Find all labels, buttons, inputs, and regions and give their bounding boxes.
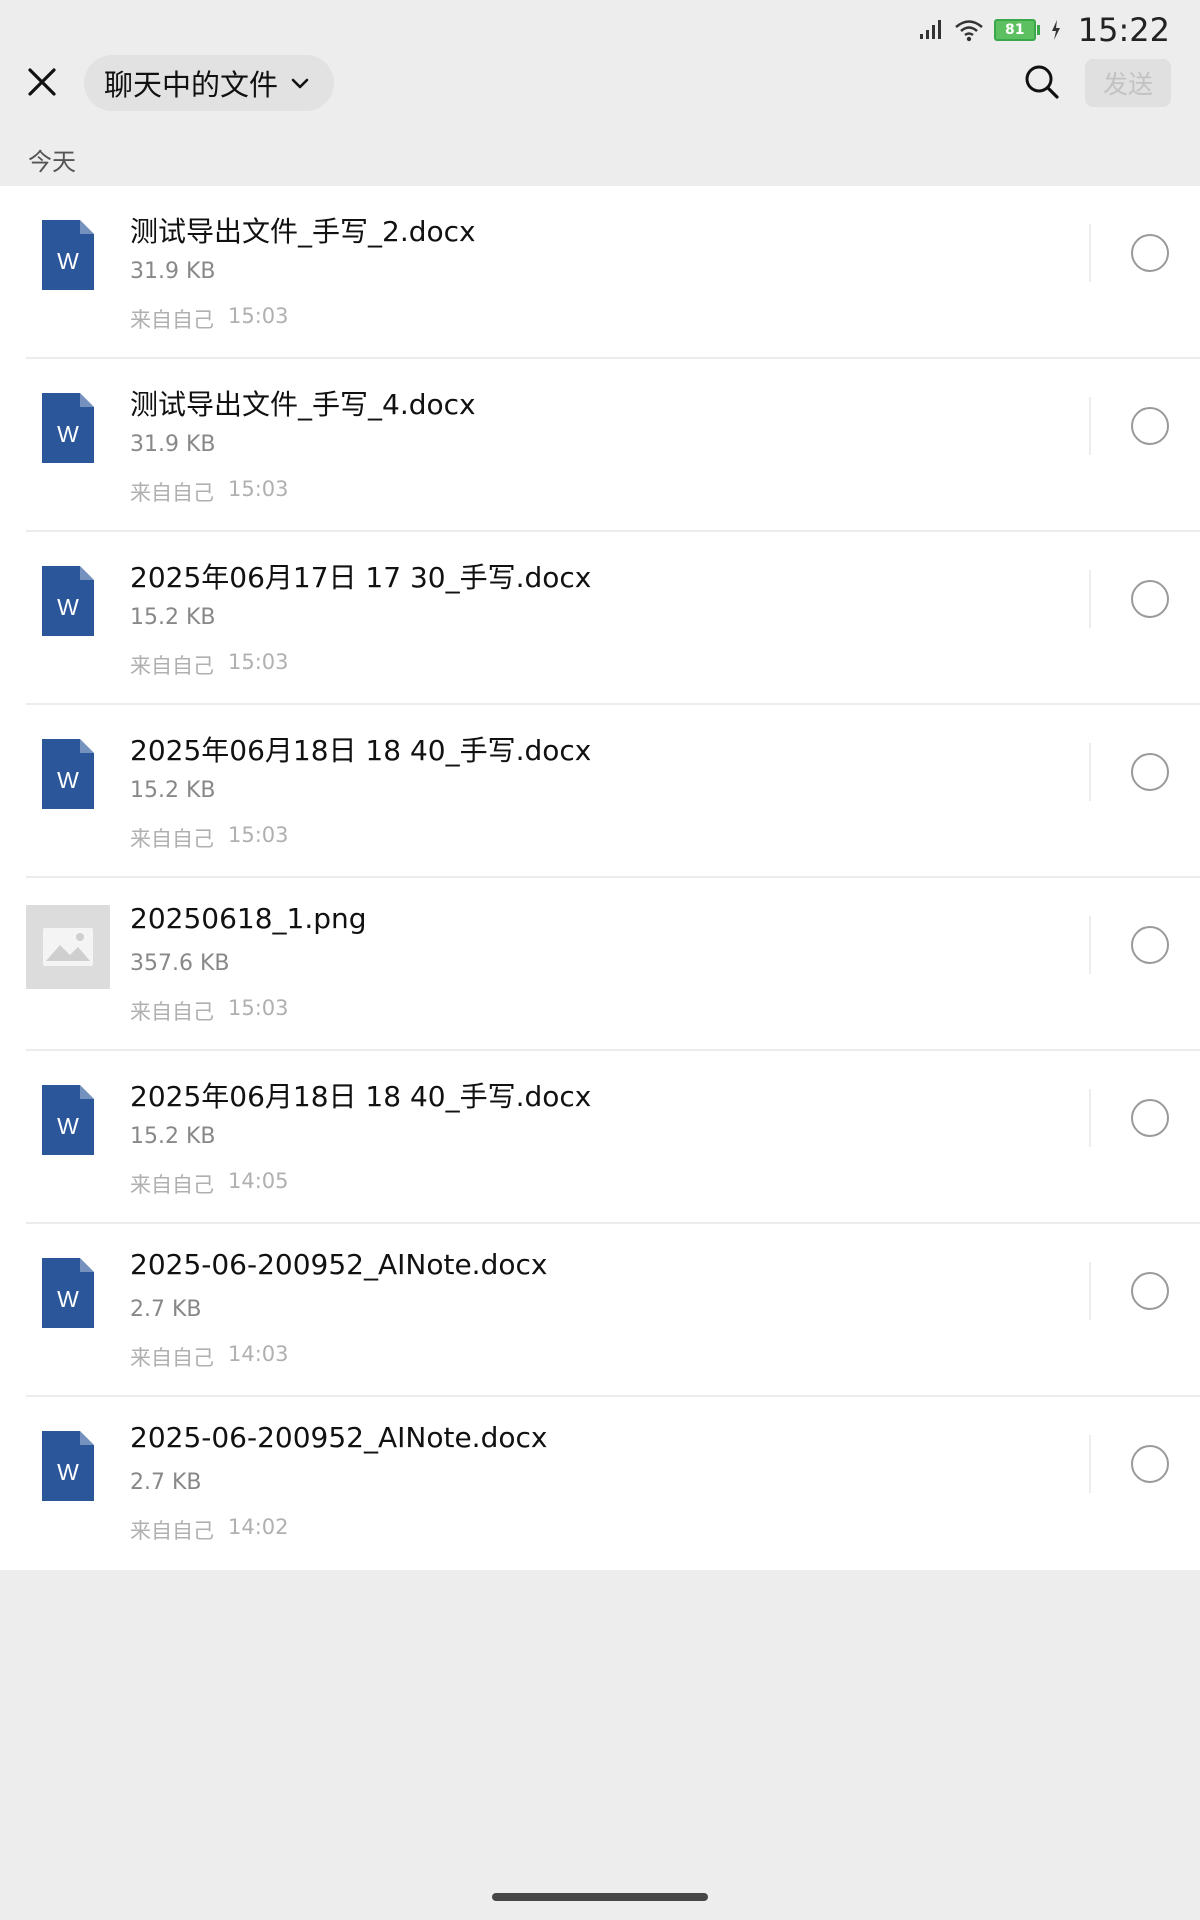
file-source: 来自自己 <box>130 1519 214 1543</box>
file-source: 来自自己 <box>130 481 214 505</box>
file-source: 来自自己 <box>130 827 214 851</box>
select-radio[interactable] <box>1131 1272 1169 1310</box>
divider-vertical <box>1089 1089 1091 1147</box>
file-size: 2.7 KB <box>130 1297 202 1322</box>
word-icon-letter: W <box>57 1286 79 1312</box>
file-time: 15:03 <box>228 823 289 847</box>
word-file-icon: W <box>42 1431 94 1501</box>
file-name: 2025年06月18日 18 40_手写.docx <box>130 734 592 767</box>
divider-vertical <box>1089 1435 1091 1493</box>
file-meta: 来自自己 15:03 <box>130 823 289 853</box>
file-meta: 来自自己 15:03 <box>130 477 289 507</box>
file-source-dropdown[interactable]: 聊天中的文件 <box>84 55 335 111</box>
divider-vertical <box>1089 570 1091 628</box>
section-label-today: 今天 <box>28 148 76 176</box>
word-file-icon: W <box>42 566 94 636</box>
select-radio[interactable] <box>1131 580 1169 618</box>
word-file-icon: W <box>42 393 94 463</box>
file-size: 15.2 KB <box>130 605 216 630</box>
file-row[interactable]: W 测试导出文件_手写_2.docx 31.9 KB 来自自己 15:03 <box>0 186 1200 359</box>
charging-icon <box>1051 20 1060 40</box>
file-row[interactable]: W 2025-06-200952_AINote.docx 2.7 KB 来自自己… <box>0 1397 1200 1570</box>
file-meta: 来自自己 15:03 <box>130 650 289 680</box>
word-file-icon: W <box>42 220 94 290</box>
select-radio[interactable] <box>1131 753 1169 791</box>
divider-vertical <box>1089 397 1091 455</box>
select-radio[interactable] <box>1131 926 1169 964</box>
word-file-icon: W <box>42 739 94 809</box>
file-row[interactable]: W 2025-06-200952_AINote.docx 2.7 KB 来自自己… <box>0 1224 1200 1397</box>
close-icon <box>28 68 56 96</box>
file-name: 2025-06-200952_AINote.docx <box>130 1421 548 1454</box>
file-row[interactable]: W 2025年06月18日 18 40_手写.docx 15.2 KB 来自自己… <box>0 705 1200 878</box>
file-source: 来自自己 <box>130 1000 214 1024</box>
file-list: W 测试导出文件_手写_2.docx 31.9 KB 来自自己 15:03 W … <box>0 186 1200 1570</box>
word-icon-letter: W <box>57 248 79 274</box>
file-size: 2.7 KB <box>130 1470 202 1495</box>
word-icon-letter: W <box>57 1459 79 1485</box>
word-file-icon: W <box>42 1258 94 1328</box>
file-time: 15:03 <box>228 304 289 328</box>
signal-icon <box>919 20 941 39</box>
search-button[interactable] <box>1022 62 1062 102</box>
file-row[interactable]: W 2025年06月18日 18 40_手写.docx 15.2 KB 来自自己… <box>0 1051 1200 1224</box>
file-name: 2025-06-200952_AINote.docx <box>130 1248 548 1281</box>
file-meta: 来自自己 14:05 <box>130 1169 289 1199</box>
home-indicator[interactable] <box>492 1893 708 1901</box>
word-icon-letter: W <box>57 594 79 620</box>
battery-level: 81 <box>993 19 1036 41</box>
file-source: 来自自己 <box>130 1346 214 1370</box>
file-name: 2025年06月18日 18 40_手写.docx <box>130 1080 592 1113</box>
file-source: 来自自己 <box>130 1173 214 1197</box>
file-time: 15:03 <box>228 477 289 501</box>
file-size: 357.6 KB <box>130 951 230 976</box>
file-time: 14:05 <box>228 1169 289 1193</box>
file-row[interactable]: W 测试导出文件_手写_4.docx 31.9 KB 来自自己 15:03 <box>0 359 1200 532</box>
word-icon-letter: W <box>57 1113 79 1139</box>
divider-vertical <box>1089 224 1091 282</box>
divider-vertical <box>1089 916 1091 974</box>
file-name: 测试导出文件_手写_4.docx <box>130 388 476 421</box>
file-source: 来自自己 <box>130 308 214 332</box>
wifi-icon <box>954 20 983 42</box>
status-icons: 81 15:22 <box>918 8 1170 52</box>
divider-vertical <box>1089 1262 1091 1320</box>
file-time: 14:03 <box>228 1342 289 1366</box>
header: 聊天中的文件 发送 <box>0 52 1200 112</box>
file-time: 15:03 <box>228 650 289 674</box>
word-file-icon: W <box>42 1085 94 1155</box>
page-title: 聊天中的文件 <box>104 68 279 102</box>
chevron-down-icon <box>291 78 309 89</box>
close-button[interactable] <box>22 62 62 102</box>
search-icon <box>1025 65 1059 99</box>
file-meta: 来自自己 14:03 <box>130 1342 289 1372</box>
word-icon-letter: W <box>57 421 79 447</box>
select-radio[interactable] <box>1131 1099 1169 1137</box>
file-source: 来自自己 <box>130 654 214 678</box>
file-row[interactable]: W 2025年06月17日 17 30_手写.docx 15.2 KB 来自自己… <box>0 532 1200 705</box>
file-meta: 来自自己 15:03 <box>130 304 289 334</box>
battery-icon: 81 <box>993 19 1040 41</box>
status-time: 15:22 <box>1077 11 1170 49</box>
select-radio[interactable] <box>1131 407 1169 445</box>
file-row[interactable]: 20250618_1.png 357.6 KB 来自自己 15:03 <box>0 878 1200 1051</box>
file-time: 14:02 <box>228 1515 289 1539</box>
file-meta: 来自自己 15:03 <box>130 996 289 1026</box>
file-name: 2025年06月17日 17 30_手写.docx <box>130 561 592 594</box>
select-radio[interactable] <box>1131 1445 1169 1483</box>
file-size: 31.9 KB <box>130 432 216 457</box>
file-name: 测试导出文件_手写_2.docx <box>130 215 476 248</box>
file-size: 31.9 KB <box>130 259 216 284</box>
divider-vertical <box>1089 743 1091 801</box>
file-size: 15.2 KB <box>130 1124 216 1149</box>
select-radio[interactable] <box>1131 234 1169 272</box>
file-name: 20250618_1.png <box>130 902 367 935</box>
word-icon-letter: W <box>57 767 79 793</box>
file-size: 15.2 KB <box>130 778 216 803</box>
image-file-icon <box>26 905 110 989</box>
status-bar: 81 15:22 <box>0 0 1200 60</box>
file-time: 15:03 <box>228 996 289 1020</box>
file-meta: 来自自己 14:02 <box>130 1515 289 1545</box>
send-button[interactable]: 发送 <box>1085 59 1171 107</box>
